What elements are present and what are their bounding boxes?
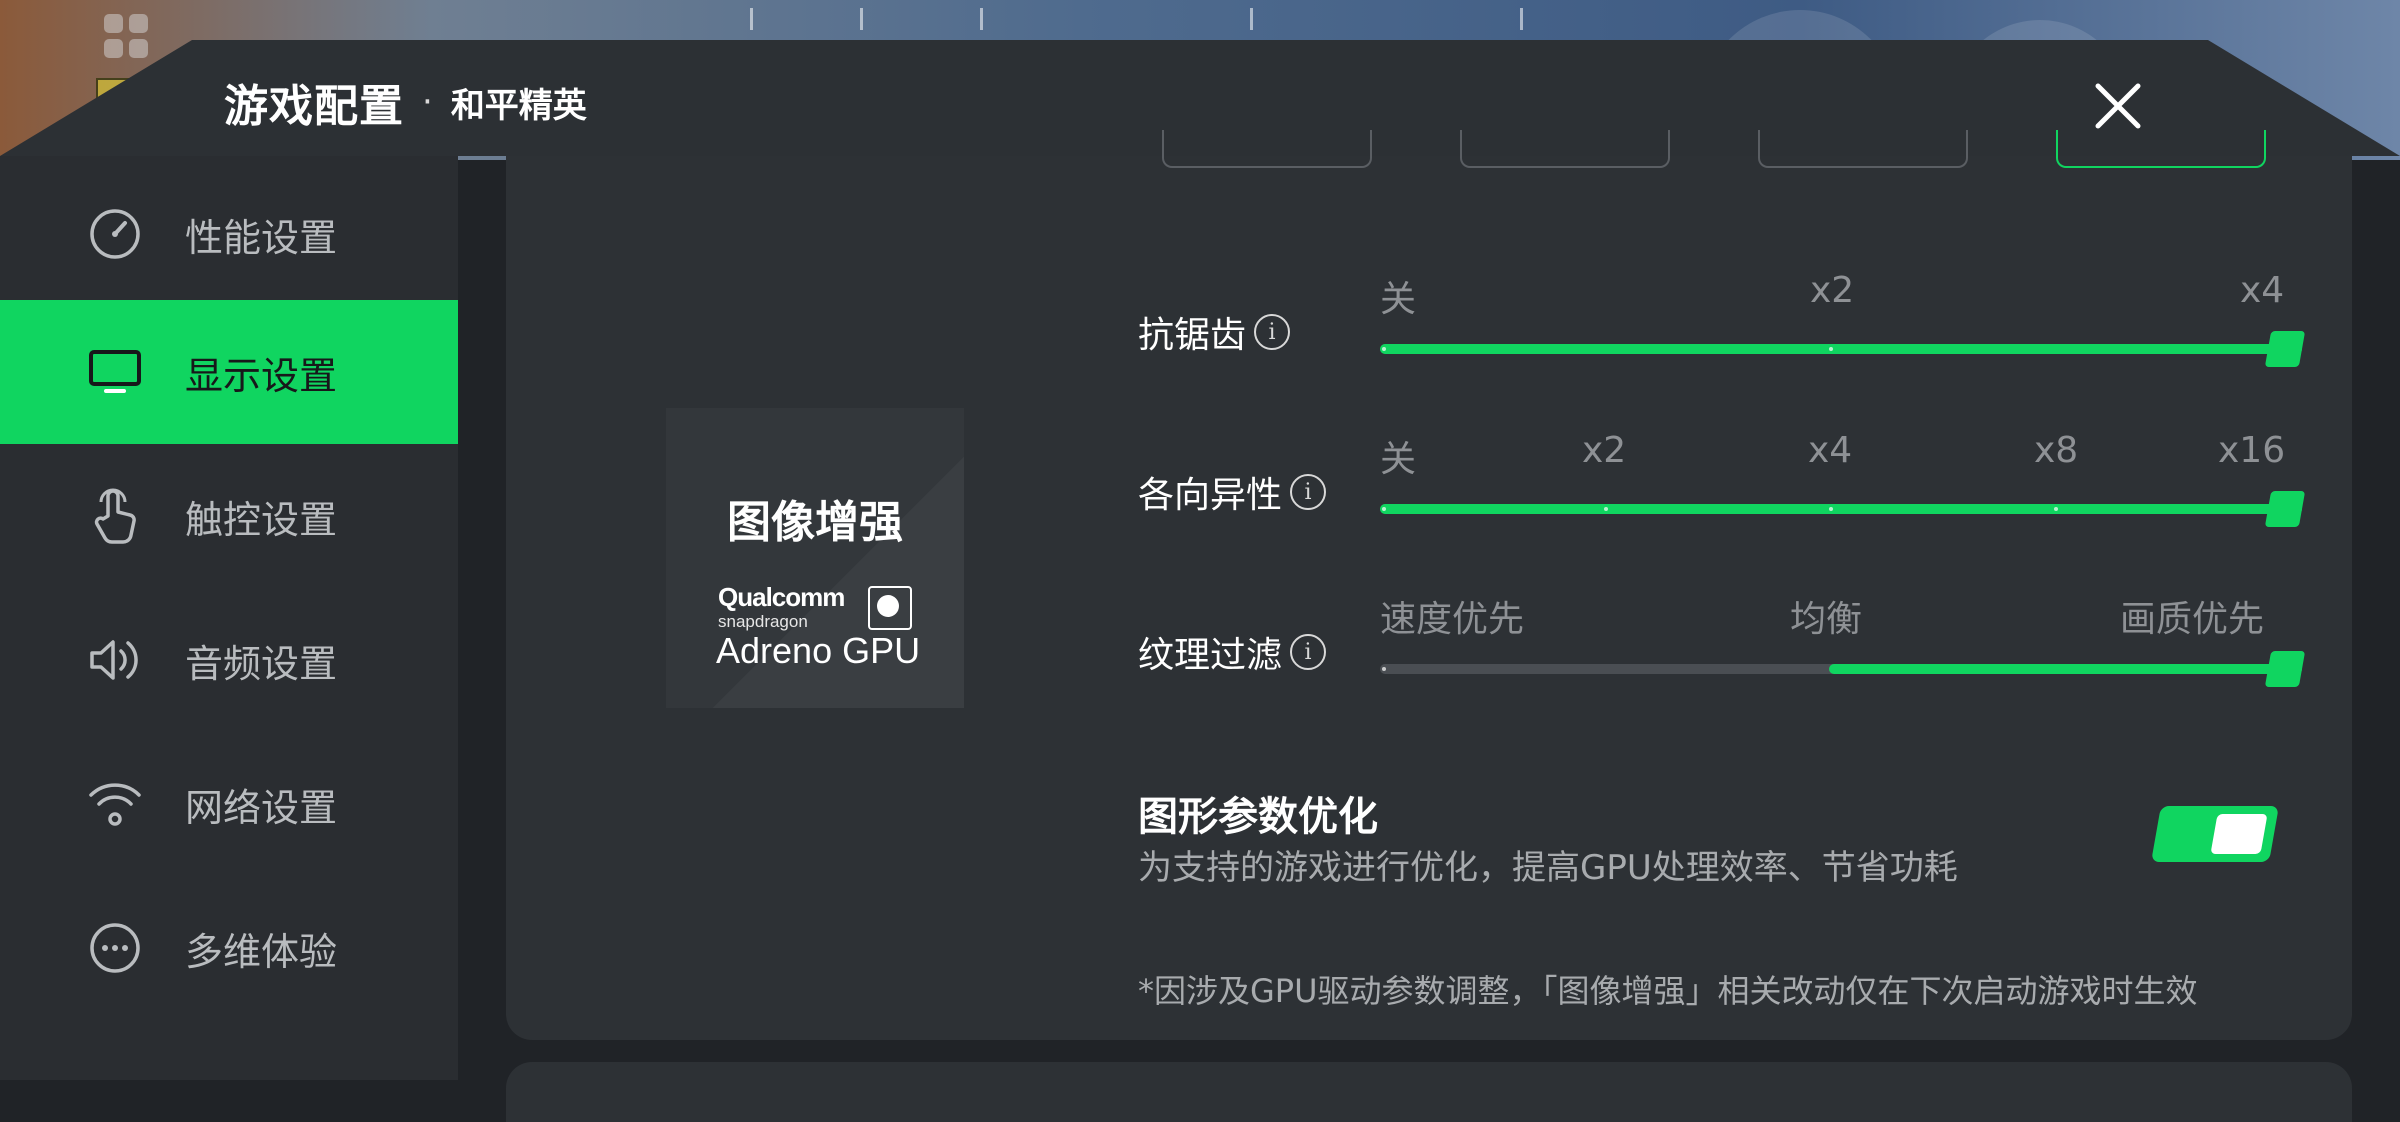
snapdragon-logo-text: snapdragon bbox=[718, 612, 808, 631]
adreno-gpu-text: Adreno GPU bbox=[716, 630, 921, 671]
wifi-icon bbox=[85, 774, 145, 834]
quality-option[interactable] bbox=[1758, 130, 1968, 168]
tick-label: x4 bbox=[1808, 430, 1853, 471]
snapdragon-icon bbox=[868, 586, 912, 630]
tick-label: x2 bbox=[1582, 430, 1627, 471]
sidebar-item-label: 显示设置 bbox=[185, 353, 338, 398]
image-enhance-card: 图像增强 Qualcomm snapdragon Adreno GPU bbox=[666, 408, 964, 708]
touch-hand-icon bbox=[85, 486, 145, 546]
game-name: 和平精英 bbox=[450, 85, 587, 126]
speaker-icon bbox=[85, 630, 145, 690]
sidebar-item-label: 性能设置 bbox=[185, 215, 338, 260]
antialias-label: 抗锯齿 i bbox=[1138, 306, 1291, 358]
more-dots-icon bbox=[85, 918, 145, 978]
sidebar: 性能设置 显示设置 触控设置 音频设置 网络设置 多维体验 bbox=[0, 156, 458, 1080]
game-menu-icon bbox=[104, 14, 148, 58]
graphics-opt-title: 图形参数优化 bbox=[1138, 794, 1378, 840]
sidebar-item-label: 多维体验 bbox=[185, 929, 338, 974]
anisotropic-label-text: 各向异性 bbox=[1138, 475, 1283, 516]
texture-label-text: 纹理过滤 bbox=[1138, 635, 1283, 676]
tick-label: 关 bbox=[1380, 439, 1417, 480]
tick-label: 关 bbox=[1380, 279, 1417, 320]
quality-option[interactable] bbox=[1460, 130, 1670, 168]
image-enhance-title: 图像增强 bbox=[727, 497, 903, 548]
title-main: 游戏配置 bbox=[224, 81, 404, 132]
tick-label: x2 bbox=[1810, 270, 1855, 311]
sidebar-item-performance[interactable]: 性能设置 bbox=[0, 162, 458, 306]
tick-label: x4 bbox=[2240, 270, 2285, 311]
info-icon[interactable]: i bbox=[1290, 474, 1327, 510]
texture-slider[interactable] bbox=[1380, 664, 2302, 674]
title-separator: · bbox=[422, 82, 433, 122]
sidebar-item-experience[interactable]: 多维体验 bbox=[0, 876, 458, 1020]
antialias-slider-thumb[interactable] bbox=[2264, 331, 2306, 367]
sidebar-item-network[interactable]: 网络设置 bbox=[0, 732, 458, 876]
page-title: 游戏配置 · 和平精英 bbox=[224, 60, 587, 144]
graphics-opt-description: 为支持的游戏进行优化，提高GPU处理效率、节省功耗 bbox=[1138, 848, 1958, 888]
graphics-opt-toggle[interactable] bbox=[2151, 806, 2279, 862]
sidebar-item-touch[interactable]: 触控设置 bbox=[0, 444, 458, 588]
tick-label: x8 bbox=[2034, 430, 2079, 471]
sidebar-item-display[interactable]: 显示设置 bbox=[0, 300, 458, 444]
antialias-slider[interactable] bbox=[1380, 344, 2302, 354]
toggle-knob bbox=[2210, 814, 2268, 854]
anisotropic-slider-thumb[interactable] bbox=[2264, 491, 2306, 527]
anisotropic-slider[interactable] bbox=[1380, 504, 2302, 514]
texture-slider-thumb[interactable] bbox=[2264, 651, 2306, 687]
next-panel bbox=[506, 1062, 2352, 1122]
antialias-label-text: 抗锯齿 bbox=[1138, 315, 1247, 356]
tick-label: 速度优先 bbox=[1380, 599, 1525, 640]
info-icon[interactable]: i bbox=[1290, 634, 1327, 670]
sidebar-item-audio[interactable]: 音频设置 bbox=[0, 588, 458, 732]
anisotropic-label: 各向异性 i bbox=[1138, 466, 1327, 518]
info-icon[interactable]: i bbox=[1254, 314, 1291, 350]
sidebar-item-label: 音频设置 bbox=[185, 641, 338, 686]
tick-label: 画质优先 bbox=[2120, 599, 2265, 640]
gauge-icon bbox=[85, 204, 145, 264]
quality-option-selected[interactable] bbox=[2056, 130, 2266, 168]
monitor-icon bbox=[85, 342, 145, 402]
qualcomm-logo-text: Qualcomm bbox=[718, 582, 845, 612]
tick-label: 均衡 bbox=[1790, 599, 1863, 640]
texture-label: 纹理过滤 i bbox=[1138, 626, 1327, 678]
sidebar-item-label: 触控设置 bbox=[185, 497, 338, 542]
close-icon bbox=[2095, 83, 2141, 129]
tick-label: x16 bbox=[2218, 430, 2286, 471]
sidebar-item-label: 网络设置 bbox=[185, 785, 338, 830]
quality-option[interactable] bbox=[1162, 130, 1372, 168]
footnote: *因涉及GPU驱动参数调整，「图像增强」相关改动仅在下次启动游戏时生效 bbox=[1138, 972, 2198, 1010]
